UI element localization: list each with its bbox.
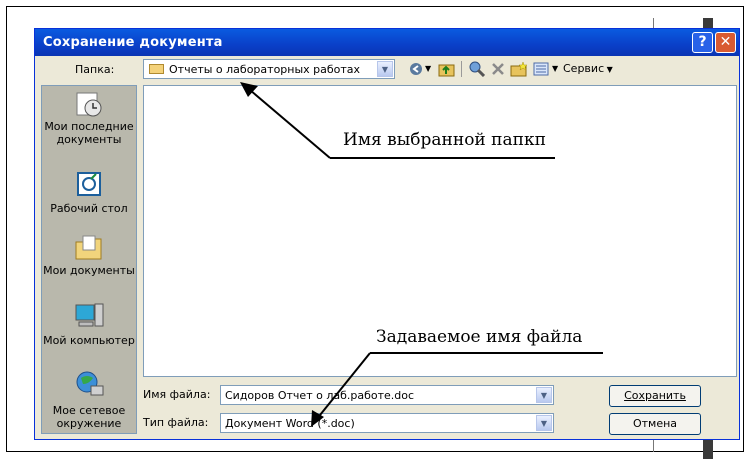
folder-callout-arrow (249, 89, 331, 159)
filename-callout-arrow (315, 352, 371, 421)
annotation-arrows (240, 82, 603, 427)
